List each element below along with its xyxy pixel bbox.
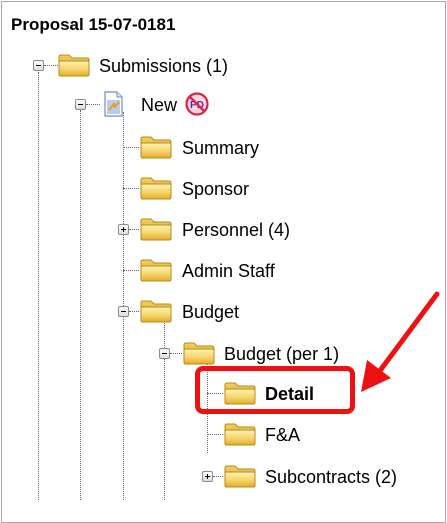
folder-icon (140, 176, 172, 200)
document-icon (104, 91, 123, 117)
tree-node-subcontracts[interactable]: Subcontracts (2) (265, 466, 397, 488)
tree-connector (123, 188, 139, 189)
tree-node-summary[interactable]: Summary (182, 137, 259, 159)
tree-node-personnel[interactable]: Personnel (4) (182, 219, 290, 241)
tree-connector (38, 72, 39, 500)
tree-connector (123, 147, 139, 148)
tree-node-budget-per[interactable]: Budget (per 1) (224, 343, 339, 365)
tree-node-sponsor[interactable]: Sponsor (182, 178, 249, 200)
collapse-toggle-icon[interactable] (75, 99, 86, 110)
tree-node-admin-staff[interactable]: Admin Staff (182, 260, 275, 282)
collapse-toggle-icon[interactable] (118, 306, 129, 317)
collapse-toggle-icon[interactable] (159, 348, 170, 359)
tree-node-submissions[interactable]: Submissions (1) (99, 55, 228, 77)
collapse-toggle-icon[interactable] (33, 60, 44, 71)
tree-connector (86, 104, 100, 105)
expand-toggle-icon[interactable] (118, 224, 129, 235)
tree-connector (213, 476, 223, 477)
tree-connector (80, 110, 81, 500)
no-pd-icon: PD (185, 92, 209, 116)
folder-icon (183, 341, 215, 365)
tree-connector (129, 229, 139, 230)
folder-icon (140, 258, 172, 282)
expand-toggle-icon[interactable] (202, 471, 213, 482)
folder-icon (140, 299, 172, 323)
tree-node-fa[interactable]: F&A (265, 424, 300, 446)
folder-icon (224, 422, 256, 446)
tree-node-new[interactable]: New (141, 94, 177, 116)
folder-icon (140, 135, 172, 159)
tree-node-budget[interactable]: Budget (182, 301, 239, 323)
tree-connector (129, 311, 139, 312)
folder-icon (140, 217, 172, 241)
detail-highlight-box (195, 366, 355, 414)
callout-arrow-icon (361, 291, 440, 392)
folder-icon (58, 53, 90, 77)
proposal-title: Proposal 15-07-0181 (11, 15, 176, 34)
tree-connector (44, 65, 58, 66)
tree-connector (123, 270, 139, 271)
tree-connector (207, 434, 223, 435)
tree-connector (164, 316, 165, 500)
folder-icon (224, 464, 256, 488)
tree-connector (170, 353, 182, 354)
